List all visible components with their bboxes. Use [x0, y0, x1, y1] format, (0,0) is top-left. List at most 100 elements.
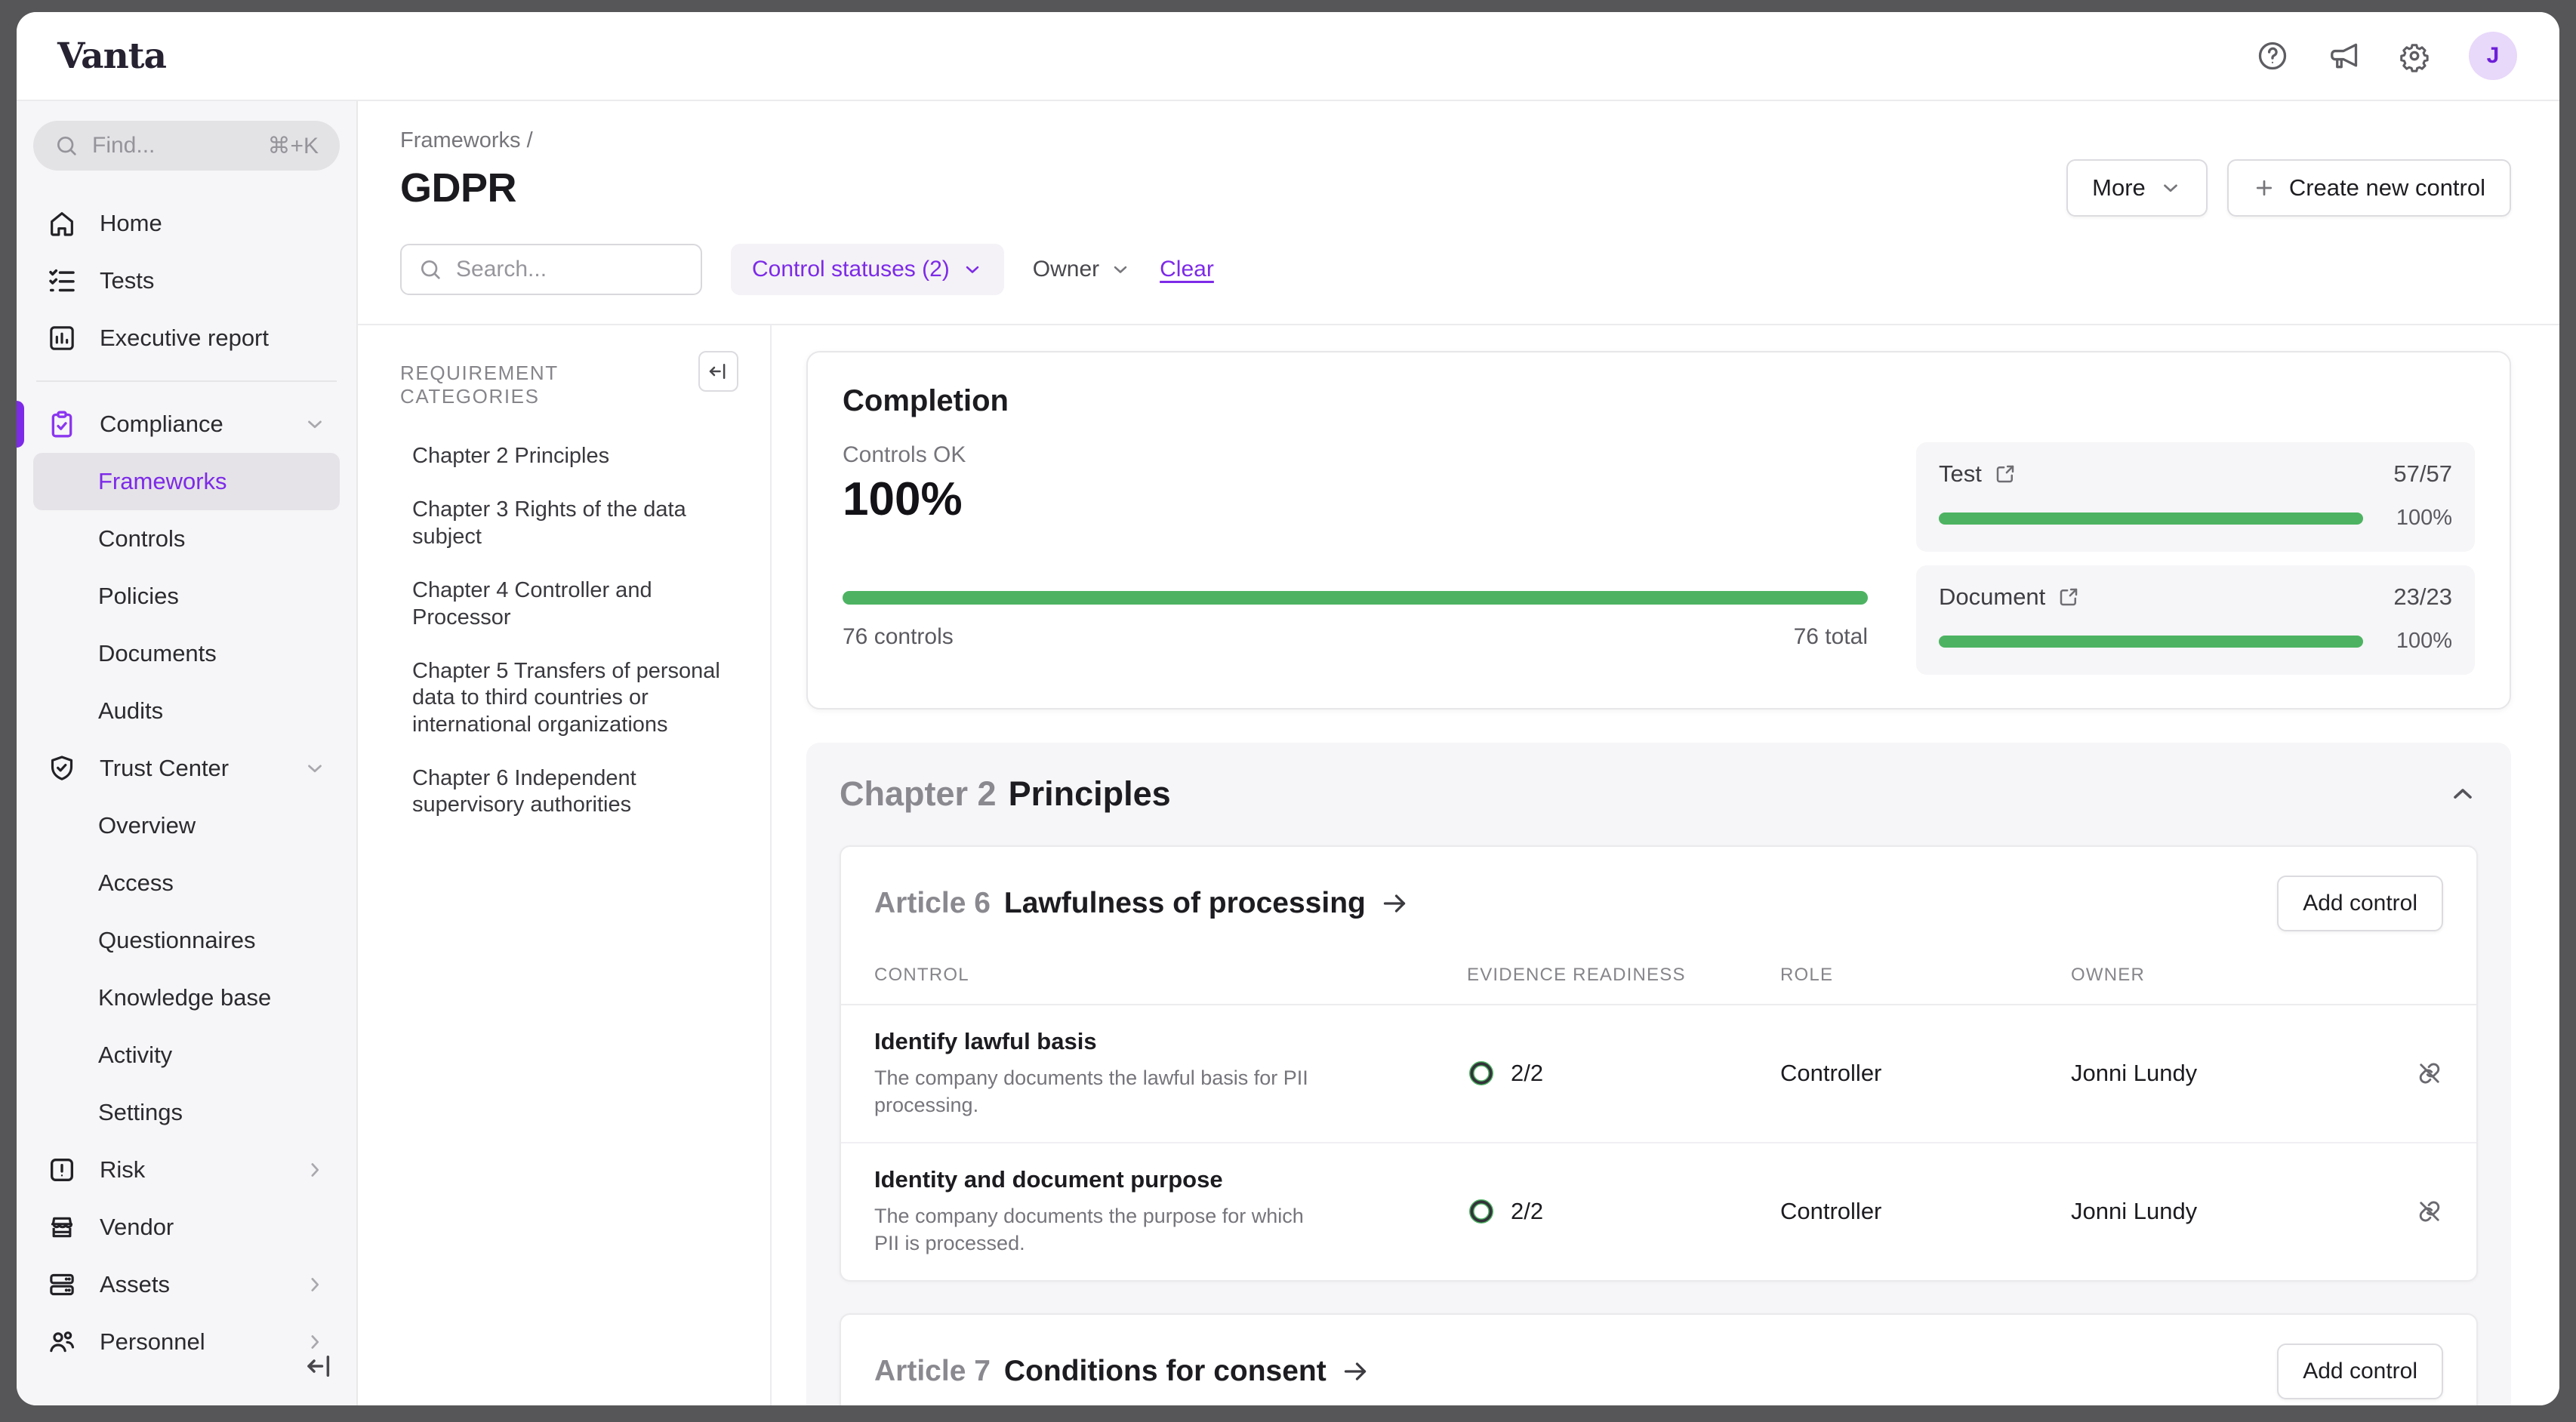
- find-shortcut: ⌘+K: [267, 133, 319, 159]
- search-placeholder: Search...: [456, 257, 547, 282]
- chevron-down-icon: [1110, 259, 1131, 280]
- settings-gear-icon[interactable]: [2398, 39, 2431, 72]
- sidebar-item-assets[interactable]: Assets: [33, 1256, 340, 1313]
- find-placeholder: Find...: [92, 133, 155, 159]
- sidebar-item-audits[interactable]: Audits: [33, 682, 340, 740]
- add-control-button[interactable]: Add control: [2277, 876, 2443, 931]
- completion-card: Completion Controls OK 100% 76 controls …: [806, 351, 2511, 709]
- sidebar-collapse-icon[interactable]: [304, 1350, 335, 1386]
- chevron-down-icon: [2159, 177, 2182, 199]
- active-section-indicator: [17, 401, 24, 448]
- external-link-icon[interactable]: [2057, 586, 2080, 608]
- sidebar-item-tests[interactable]: Tests: [33, 252, 340, 309]
- announcements-icon[interactable]: [2327, 39, 2360, 72]
- sidebar-item-personnel[interactable]: Personnel: [33, 1313, 340, 1371]
- sidebar-item-policies[interactable]: Policies: [33, 568, 340, 625]
- sidebar-item-frameworks[interactable]: Frameworks: [33, 453, 340, 510]
- external-link-icon[interactable]: [1994, 463, 2017, 485]
- sidebar-item-compliance[interactable]: Compliance: [33, 396, 340, 453]
- sidebar-item-access[interactable]: Access: [33, 854, 340, 912]
- more-button[interactable]: More: [2066, 159, 2208, 217]
- control-row[interactable]: Identify lawful basis The company docume…: [841, 1005, 2476, 1143]
- compliance-clipboard-icon: [47, 409, 80, 439]
- sidebar-item-overview[interactable]: Overview: [33, 797, 340, 854]
- category-item[interactable]: Chapter 3 Rights of the data subject: [400, 497, 738, 550]
- sidebar-item-label: Assets: [100, 1271, 170, 1298]
- sidebar-item-trust-center[interactable]: Trust Center: [33, 740, 340, 797]
- user-avatar[interactable]: J: [2469, 32, 2517, 80]
- trust-shield-icon: [47, 753, 80, 783]
- article-title-link[interactable]: Article 6 Lawfulness of processing: [874, 887, 1410, 920]
- sidebar-divider: [36, 380, 337, 382]
- control-name[interactable]: Identify lawful basis: [874, 1028, 1431, 1055]
- completion-title: Completion: [843, 384, 2475, 418]
- category-item[interactable]: Chapter 6 Independent supervisory author…: [400, 765, 738, 819]
- chapter-title: Chapter 2Principles: [840, 774, 1171, 814]
- sidebar-item-label: Trust Center: [100, 755, 229, 782]
- sidebar-item-label: Personnel: [100, 1328, 205, 1356]
- category-item[interactable]: Chapter 2 Principles: [400, 443, 738, 469]
- article-6-card: Article 6 Lawfulness of processing Add c…: [840, 845, 2478, 1282]
- control-row[interactable]: Identity and document purpose The compan…: [841, 1143, 2476, 1280]
- evidence-count: 2/2: [1511, 1060, 1543, 1087]
- sidebar-item-documents[interactable]: Documents: [33, 625, 340, 682]
- completion-percent: 100%: [843, 472, 1868, 526]
- sidebar: Find... ⌘+K Home: [17, 101, 358, 1405]
- stat-value: 57/57: [2393, 460, 2452, 488]
- control-statuses-filter[interactable]: Control statuses (2): [731, 244, 1004, 295]
- collapse-left-icon: [707, 360, 729, 383]
- chevron-up-icon[interactable]: [2448, 779, 2478, 809]
- sidebar-item-executive-report[interactable]: Executive report: [33, 309, 340, 367]
- stat-percent: 100%: [2381, 629, 2452, 654]
- article-title-link[interactable]: Article 7 Conditions for consent: [874, 1355, 1370, 1388]
- sidebar-item-questionnaires[interactable]: Questionnaires: [33, 912, 340, 969]
- requirement-categories-panel: REQUIREMENT CATEGORIES Chapter 2 Princip…: [358, 325, 772, 1405]
- help-icon[interactable]: [2256, 39, 2289, 72]
- sidebar-item-risk[interactable]: Risk: [33, 1141, 340, 1199]
- sidebar-item-knowledge-base[interactable]: Knowledge base: [33, 969, 340, 1026]
- controls-table-header: CONTROL EVIDENCE READINESS ROLE OWNER: [841, 960, 2476, 1005]
- stat-label[interactable]: Document: [1939, 583, 2045, 611]
- panel-collapse-button[interactable]: [698, 351, 738, 392]
- owner-filter[interactable]: Owner: [1033, 257, 1131, 282]
- sidebar-item-vendor[interactable]: Vendor: [33, 1199, 340, 1256]
- add-control-button[interactable]: Add control: [2277, 1344, 2443, 1399]
- clear-filters-link[interactable]: Clear: [1160, 257, 1214, 282]
- arrow-right-icon: [1379, 888, 1410, 919]
- sidebar-item-activity[interactable]: Activity: [33, 1026, 340, 1084]
- unlink-icon[interactable]: [2416, 1060, 2443, 1087]
- control-description: The company documents the purpose for wh…: [874, 1202, 1327, 1257]
- chevron-right-icon: [304, 1273, 326, 1296]
- evidence-ring-icon: [1467, 1197, 1496, 1226]
- risk-alert-icon: [47, 1155, 80, 1185]
- chevron-right-icon: [304, 1159, 326, 1181]
- chevron-down-icon: [962, 259, 983, 280]
- column-header-role: ROLE: [1780, 965, 2071, 986]
- breadcrumb[interactable]: Frameworks /: [400, 128, 2511, 153]
- stat-label[interactable]: Test: [1939, 460, 1982, 488]
- sidebar-item-home[interactable]: Home: [33, 195, 340, 252]
- home-icon: [47, 208, 80, 239]
- create-new-control-button[interactable]: Create new control: [2227, 159, 2511, 217]
- vendor-storefront-icon: [47, 1212, 80, 1242]
- assets-server-icon: [47, 1270, 80, 1300]
- control-role: Controller: [1780, 1060, 2071, 1087]
- article-7-card: Article 7 Conditions for consent Add con…: [840, 1313, 2478, 1405]
- category-item[interactable]: Chapter 4 Controller and Processor: [400, 577, 738, 631]
- document-progress-bar: [1939, 636, 2363, 648]
- control-role: Controller: [1780, 1198, 2071, 1225]
- search-input[interactable]: Search...: [400, 244, 702, 295]
- category-item[interactable]: Chapter 5 Transfers of personal data to …: [400, 658, 738, 738]
- global-find-input[interactable]: Find... ⌘+K: [33, 121, 340, 171]
- unlink-icon[interactable]: [2416, 1198, 2443, 1225]
- sidebar-item-controls[interactable]: Controls: [33, 510, 340, 568]
- document-stat-card: Document 23/23: [1916, 565, 2475, 675]
- sidebar-item-settings[interactable]: Settings: [33, 1084, 340, 1141]
- evidence-ring-icon: [1467, 1059, 1496, 1088]
- control-name[interactable]: Identity and document purpose: [874, 1166, 1431, 1193]
- arrow-right-icon: [1340, 1356, 1370, 1387]
- personnel-people-icon: [47, 1327, 80, 1357]
- vanta-logo: Vanta: [57, 35, 166, 77]
- topbar-actions: J: [2256, 32, 2517, 80]
- stat-value: 23/23: [2393, 583, 2452, 611]
